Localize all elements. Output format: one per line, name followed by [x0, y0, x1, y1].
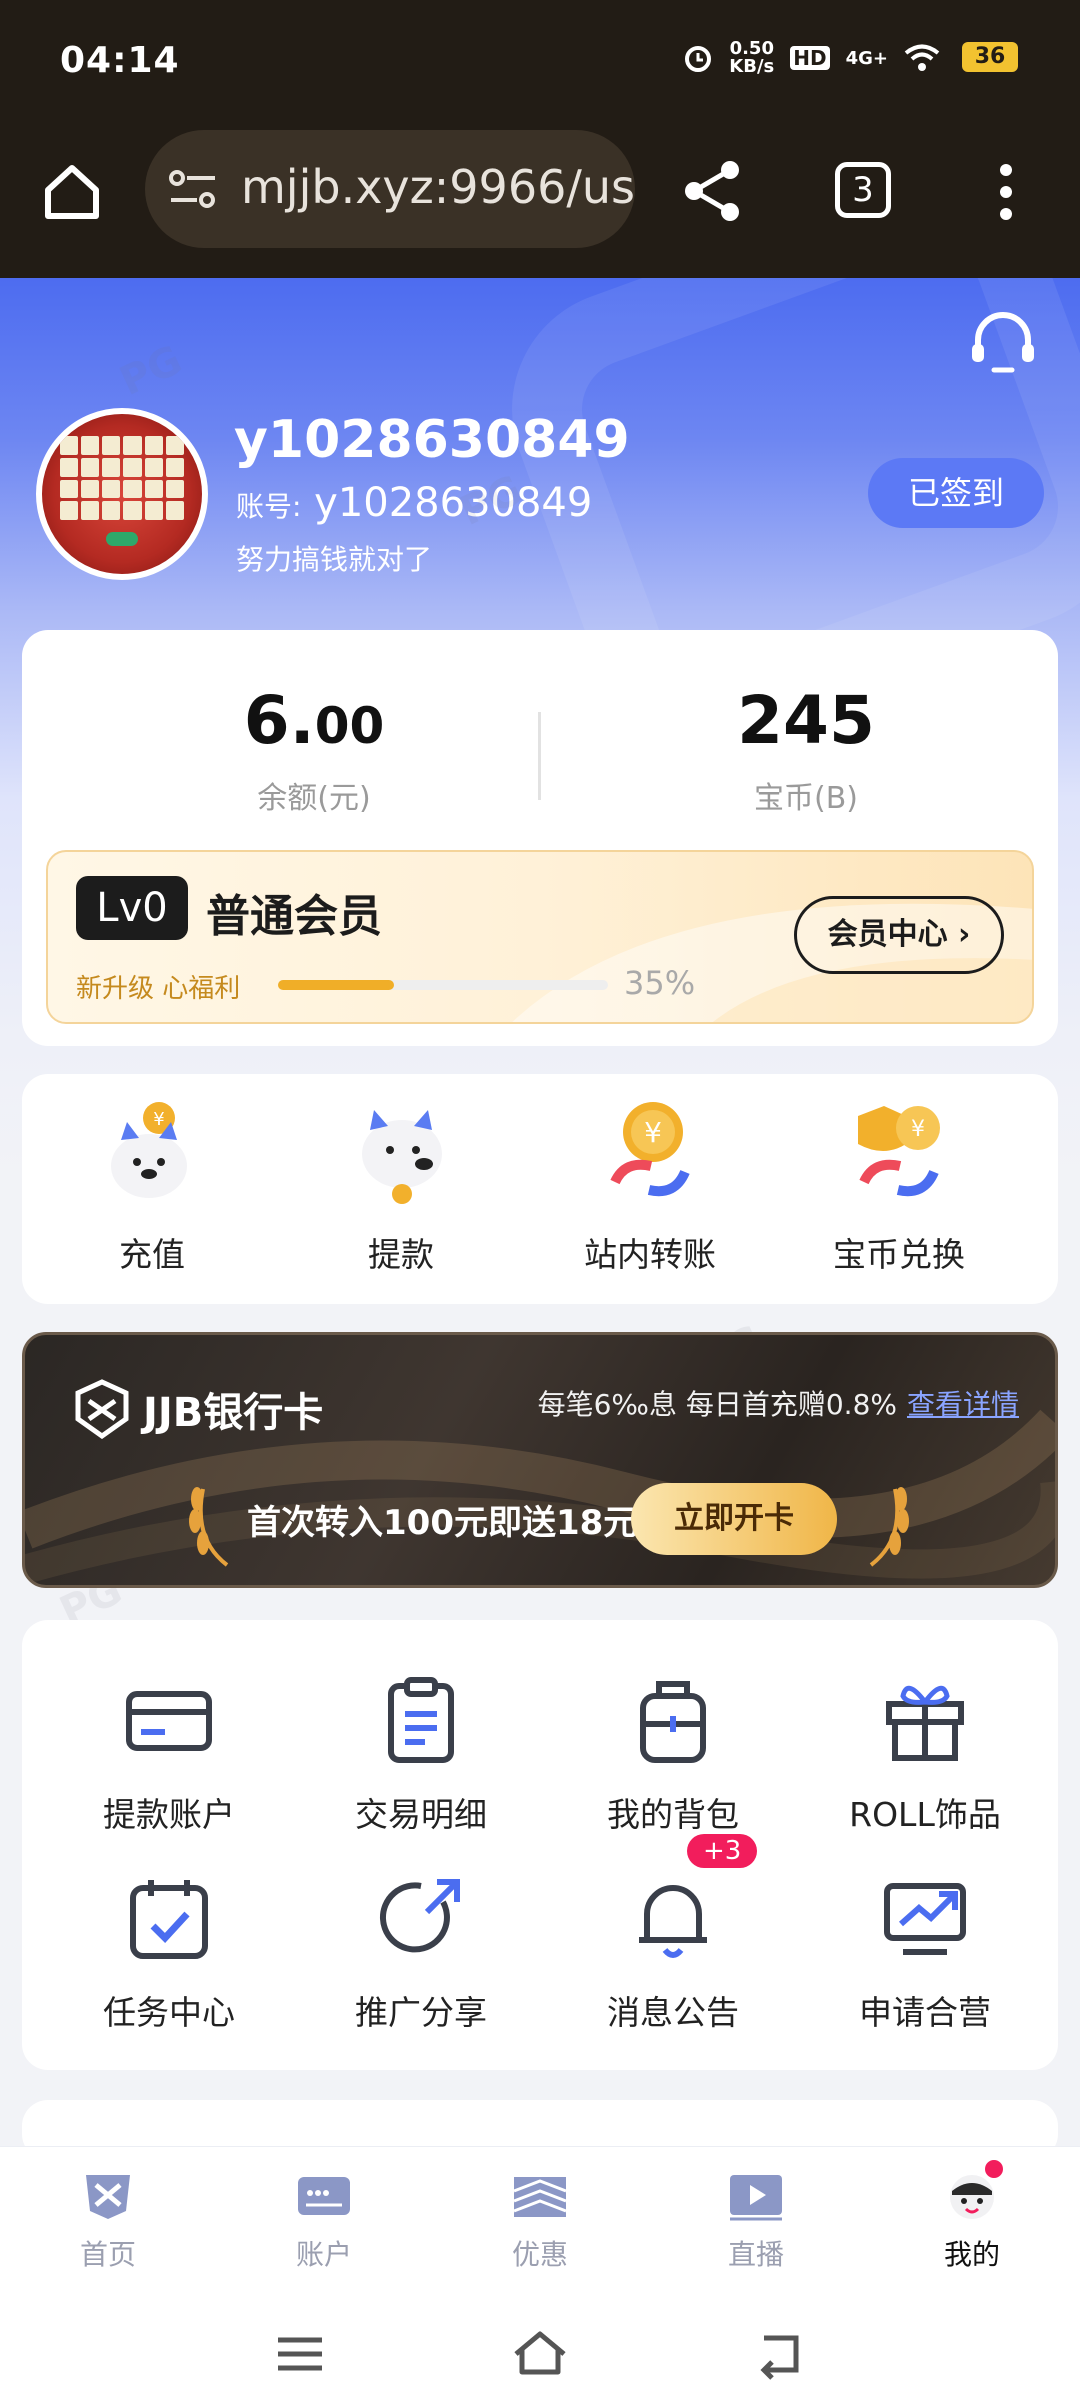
bell-icon: +3 — [625, 1834, 758, 1966]
menu-item-withdraw-account[interactable]: 提款账户 — [44, 1672, 294, 1836]
browser-home-icon[interactable] — [40, 160, 104, 224]
card-icon — [121, 1672, 217, 1768]
signin-button[interactable]: 已签到 — [868, 458, 1044, 528]
level-progress-bar — [278, 980, 608, 990]
nav-me[interactable]: 我的 — [882, 2157, 1062, 2273]
account-id: 账号: y1028630849 — [236, 480, 593, 526]
live-play-icon — [728, 2171, 784, 2221]
system-home-icon[interactable] — [510, 2324, 570, 2384]
deposit-button[interactable]: ¥ 充值 — [37, 1096, 267, 1276]
bottom-navigation: 首页 账户 优惠 直播 我的 — [0, 2146, 1080, 2296]
status-icons: 0.50 KB/s HD 4G+ — [683, 40, 940, 76]
alarm-icon — [685, 46, 712, 72]
system-navigation-bar — [0, 2296, 1080, 2408]
backpack-icon — [625, 1672, 721, 1768]
menu-item-task-center[interactable]: 任务中心 — [44, 1870, 294, 2034]
url-text: mjjb.xyz:9966/use — [241, 160, 635, 214]
coin-balance[interactable]: 245 宝币(B) — [606, 682, 1006, 817]
gift-icon — [877, 1672, 973, 1768]
share-icon[interactable] — [680, 158, 746, 224]
quick-actions: ¥ 充值 提款 ¥ 站内转账 ¥ 宝币兑换 — [22, 1074, 1058, 1304]
membership-title: 普通会员 — [206, 891, 382, 942]
bank-detail-link[interactable]: 查看详情 — [907, 1388, 1019, 1421]
nav-me-notification-dot — [982, 2157, 1006, 2181]
nav-live[interactable]: 直播 — [666, 2171, 846, 2273]
address-bar[interactable]: mjjb.xyz:9966/use — [145, 130, 635, 248]
svg-text:¥: ¥ — [911, 1117, 925, 1142]
profile-motto: 努力搞钱就对了 — [236, 543, 433, 576]
nav-promotions[interactable]: 优惠 — [450, 2171, 630, 2273]
svg-text:¥: ¥ — [644, 1116, 662, 1149]
menu-item-backpack[interactable]: 我的背包 — [548, 1672, 798, 1836]
bank-card-info: 每笔6‰息 每日首充赠0.8% 查看详情 — [537, 1388, 1019, 1421]
open-card-button[interactable]: 立即开卡 — [631, 1483, 837, 1555]
hd-badge: HD — [790, 46, 830, 70]
promo-icon — [512, 2171, 568, 2221]
status-time: 04:14 — [60, 40, 180, 81]
divider — [538, 712, 541, 800]
laurel-left-icon — [189, 1487, 229, 1567]
site-settings-icon[interactable] — [167, 168, 219, 210]
wallet-card-icon — [296, 2171, 352, 2221]
coin-exchange-button[interactable]: ¥ 宝币兑换 — [784, 1096, 1014, 1276]
menu-item-transactions[interactable]: 交易明细 — [296, 1672, 546, 1836]
bank-card-banner[interactable]: JJB银行卡 每笔6‰息 每日首充赠0.8% 查看详情 首次转入100元即送18元… — [22, 1332, 1058, 1588]
feature-menu: 提款账户 交易明细 我的背包 ROLL饰品 任务中心 推广分享 +3 消息公告 … — [22, 1620, 1058, 2070]
monitor-chart-icon — [877, 1870, 973, 1966]
level-progress-fill — [278, 980, 394, 990]
menu-item-roll-items[interactable]: ROLL饰品 — [800, 1672, 1050, 1836]
coin-exchange-icon: ¥ — [844, 1096, 954, 1206]
piggy-deposit-icon: ¥ — [97, 1096, 207, 1206]
tab-switcher-button[interactable]: 3 — [835, 162, 891, 218]
withdraw-button[interactable]: 提款 — [286, 1096, 516, 1276]
bank-promo-text: 首次转入100元即送18元 — [247, 1503, 638, 1543]
home-logo-icon — [80, 2171, 136, 2221]
clipboard-icon — [373, 1672, 469, 1768]
share-arrow-icon — [373, 1870, 469, 1966]
profile-avatar-icon — [944, 2157, 1006, 2221]
svg-text:¥: ¥ — [153, 1109, 164, 1130]
balance-card: 6.00 余额(元) 245 宝币(B) Lv0 普通会员 新升级 心福利 35… — [22, 630, 1058, 1046]
laurel-right-icon — [869, 1487, 909, 1567]
wifi-icon — [904, 44, 940, 71]
transfer-button[interactable]: ¥ 站内转账 — [535, 1096, 765, 1276]
customer-service-icon[interactable] — [968, 308, 1038, 378]
coin-transfer-icon: ¥ — [595, 1096, 705, 1206]
nav-account[interactable]: 账户 — [234, 2171, 414, 2273]
overflow-menu-icon[interactable] — [996, 162, 1016, 222]
member-center-button[interactable]: 会员中心 › — [794, 896, 1004, 974]
recent-apps-icon[interactable] — [270, 2324, 330, 2384]
bank-card-title: JJB银行卡 — [75, 1379, 323, 1439]
browser-toolbar: mjjb.xyz:9966/use 3 — [0, 130, 1080, 278]
balance-amount[interactable]: 6.00 余额(元) — [114, 682, 514, 817]
membership-panel: Lv0 普通会员 新升级 心福利 35% 会员中心 › — [46, 850, 1034, 1024]
menu-item-referral[interactable]: 推广分享 — [296, 1870, 546, 2034]
level-badge: Lv0 — [76, 876, 188, 940]
level-progress-text: 35% — [624, 964, 696, 1002]
avatar[interactable] — [36, 408, 208, 580]
membership-subtitle: 新升级 心福利 — [76, 974, 241, 1004]
menu-item-announcements[interactable]: +3 消息公告 — [548, 1834, 798, 2034]
username: y1028630849 — [234, 410, 630, 470]
notification-badge: +3 — [687, 1834, 758, 1868]
back-icon[interactable] — [750, 2324, 810, 2384]
network-speed: 0.50 KB/s — [729, 38, 775, 77]
network-type: 4G+ — [845, 47, 888, 69]
status-bar: 04:14 0.50 KB/s HD 4G+ 36 — [0, 0, 1080, 130]
nav-home[interactable]: 首页 — [18, 2171, 198, 2273]
task-icon — [121, 1870, 217, 1966]
menu-item-partnership[interactable]: 申请合营 — [800, 1870, 1050, 2034]
watermark: PG — [113, 337, 189, 405]
piggy-withdraw-icon — [346, 1096, 456, 1206]
jjb-logo-icon — [75, 1379, 129, 1439]
battery-indicator: 36 — [962, 42, 1018, 72]
